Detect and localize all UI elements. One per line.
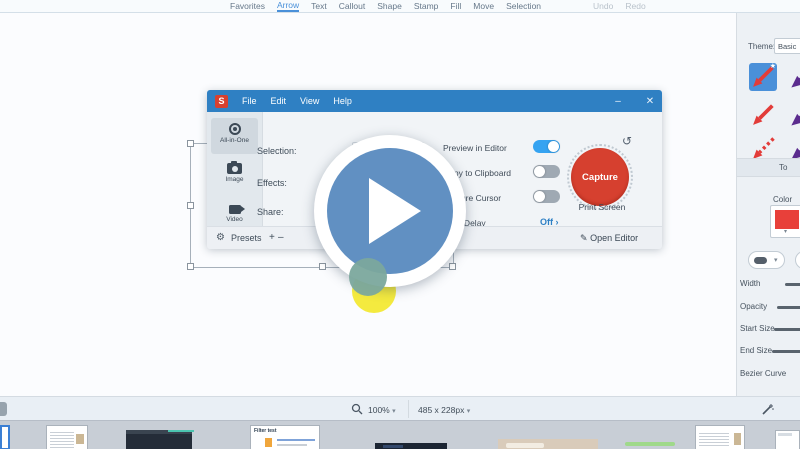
menu-help[interactable]: Help bbox=[333, 96, 352, 106]
arrow-style-purple-1[interactable] bbox=[789, 63, 800, 91]
tool-properties-panel: Theme: Basic ★ bbox=[736, 13, 800, 396]
edit-pencil-icon: ✎ bbox=[580, 233, 588, 243]
tool-move[interactable]: Move bbox=[473, 1, 494, 11]
capture-mode-tabs: All-in-One Image Video bbox=[207, 112, 263, 226]
play-icon bbox=[369, 178, 421, 244]
capture-thumbnail[interactable] bbox=[775, 430, 800, 449]
selection-handle-bottom-left[interactable] bbox=[187, 263, 194, 270]
effects-field-label: Effects: bbox=[257, 178, 287, 188]
zoom-magnifier-icon bbox=[351, 403, 363, 415]
selection-handle-bottom-right[interactable] bbox=[449, 263, 456, 270]
status-bar: 100% ▾ 485 x 228px ▾ bbox=[0, 396, 800, 421]
preset-add-button[interactable]: + bbox=[269, 232, 275, 243]
menu-file[interactable]: File bbox=[242, 96, 257, 106]
all-in-one-icon bbox=[229, 123, 241, 135]
tool-text[interactable]: Text bbox=[311, 1, 327, 11]
capture-thumbnail[interactable]: Filter test bbox=[250, 425, 320, 449]
tool-fill[interactable]: Fill bbox=[450, 1, 461, 11]
capture-thumbnail[interactable] bbox=[126, 430, 192, 449]
recent-captures-tray: Filter test bbox=[0, 420, 800, 449]
red-arrow-icon bbox=[749, 101, 777, 129]
capture-thumbnail[interactable] bbox=[498, 439, 598, 449]
zoom-level-dropdown[interactable]: 100% ▾ bbox=[368, 405, 396, 415]
color-swatch-dropdown[interactable]: ▾ bbox=[770, 205, 800, 238]
capture-window-titlebar[interactable]: S File Edit View Help – ✕ bbox=[207, 90, 662, 112]
purple-arrow-icon bbox=[789, 101, 800, 129]
theme-dropdown[interactable]: Basic bbox=[774, 38, 800, 54]
preview-in-editor-label: Preview in Editor bbox=[443, 143, 507, 153]
end-size-label: End Size bbox=[740, 346, 772, 355]
color-swatch bbox=[775, 210, 799, 229]
open-editor-button[interactable]: ✎ Open Editor bbox=[580, 233, 638, 244]
star-icon: ★ bbox=[770, 62, 776, 70]
caret-down-icon: ▾ bbox=[467, 408, 471, 415]
tab-all-in-one[interactable]: All-in-One bbox=[211, 118, 258, 154]
selection-field-label: Selection: bbox=[257, 146, 297, 156]
color-label: Color bbox=[773, 195, 792, 204]
start-size-label: Start Size bbox=[740, 324, 775, 333]
arrow-shape-dropdown[interactable]: ▾ bbox=[748, 251, 785, 269]
menu-edit[interactable]: Edit bbox=[271, 96, 287, 106]
capture-cursor-toggle[interactable] bbox=[533, 190, 560, 203]
copy-to-clipboard-toggle[interactable] bbox=[533, 165, 560, 178]
undo-button[interactable]: Undo bbox=[593, 1, 613, 11]
selection-handle-bottom-mid[interactable] bbox=[319, 263, 326, 270]
theme-label: Theme: bbox=[748, 42, 775, 51]
capture-button[interactable]: Capture bbox=[571, 148, 629, 206]
presets-label[interactable]: Presets bbox=[231, 233, 262, 243]
canvas-size-dropdown[interactable]: 485 x 228px ▾ bbox=[418, 405, 470, 415]
shape-pill-icon bbox=[754, 257, 767, 264]
opacity-slider[interactable] bbox=[777, 306, 800, 309]
reset-icon[interactable]: ↺ bbox=[622, 134, 632, 148]
status-divider bbox=[408, 400, 409, 418]
caret-down-icon: ▾ bbox=[392, 408, 396, 415]
video-camera-icon bbox=[229, 205, 241, 214]
redo-button[interactable]: Redo bbox=[625, 1, 645, 11]
selection-handle-top-left[interactable] bbox=[187, 140, 194, 147]
capture-hotkey-label: Print Screen bbox=[562, 202, 642, 212]
selection-handle-mid-left[interactable] bbox=[187, 202, 194, 209]
width-slider[interactable] bbox=[785, 283, 800, 286]
gear-icon[interactable]: ⚙ bbox=[216, 232, 225, 243]
snagit-editor-screen: Favorites Arrow Text Callout Shape Stamp… bbox=[0, 0, 800, 449]
arrow-style-selected[interactable]: ★ bbox=[749, 63, 777, 91]
end-shape-dropdown[interactable] bbox=[795, 251, 800, 269]
snagit-logo-icon: S bbox=[215, 95, 228, 108]
end-size-slider[interactable] bbox=[772, 350, 800, 353]
minimize-icon[interactable]: – bbox=[605, 90, 631, 112]
start-size-slider[interactable] bbox=[774, 328, 800, 331]
tool-stamp[interactable]: Stamp bbox=[414, 1, 439, 11]
purple-arrow-icon bbox=[789, 63, 800, 91]
arrow-style-purple-2[interactable] bbox=[789, 101, 800, 129]
capture-thumbnail[interactable] bbox=[46, 425, 88, 449]
arrow-style-red-2[interactable] bbox=[749, 101, 777, 129]
thumbnail-logo bbox=[265, 438, 272, 447]
preview-in-editor-toggle[interactable] bbox=[533, 140, 560, 153]
magic-wand-icon[interactable] bbox=[760, 402, 775, 417]
caret-down-icon: ▾ bbox=[784, 228, 787, 235]
camera-icon bbox=[227, 163, 242, 174]
close-icon[interactable]: ✕ bbox=[637, 90, 663, 112]
caret-down-icon: ▾ bbox=[774, 256, 778, 264]
menu-view[interactable]: View bbox=[300, 96, 319, 106]
canvas-teal-shape bbox=[349, 258, 387, 296]
properties-section-header: To bbox=[737, 158, 800, 177]
tool-shape[interactable]: Shape bbox=[377, 1, 402, 11]
share-field-label: Share: bbox=[257, 207, 284, 217]
capture-thumbnail[interactable] bbox=[375, 443, 447, 449]
bezier-curve-label: Bezier Curve bbox=[740, 369, 786, 378]
capture-thumbnail[interactable] bbox=[625, 442, 675, 446]
preset-remove-button[interactable]: – bbox=[278, 232, 284, 243]
panel-toggle-icon[interactable] bbox=[0, 402, 7, 416]
opacity-label: Opacity bbox=[740, 302, 767, 311]
width-label: Width bbox=[740, 279, 760, 288]
capture-thumbnail[interactable] bbox=[695, 425, 745, 449]
tool-favorites[interactable]: Favorites bbox=[230, 1, 265, 11]
tab-image[interactable]: Image bbox=[211, 158, 258, 194]
tool-selection[interactable]: Selection bbox=[506, 1, 541, 11]
tools-toolbar: Favorites Arrow Text Callout Shape Stamp… bbox=[0, 0, 800, 13]
tool-arrow[interactable]: Arrow bbox=[277, 0, 299, 12]
capture-thumbnail-selected[interactable] bbox=[0, 425, 10, 449]
tool-callout[interactable]: Callout bbox=[339, 1, 365, 11]
